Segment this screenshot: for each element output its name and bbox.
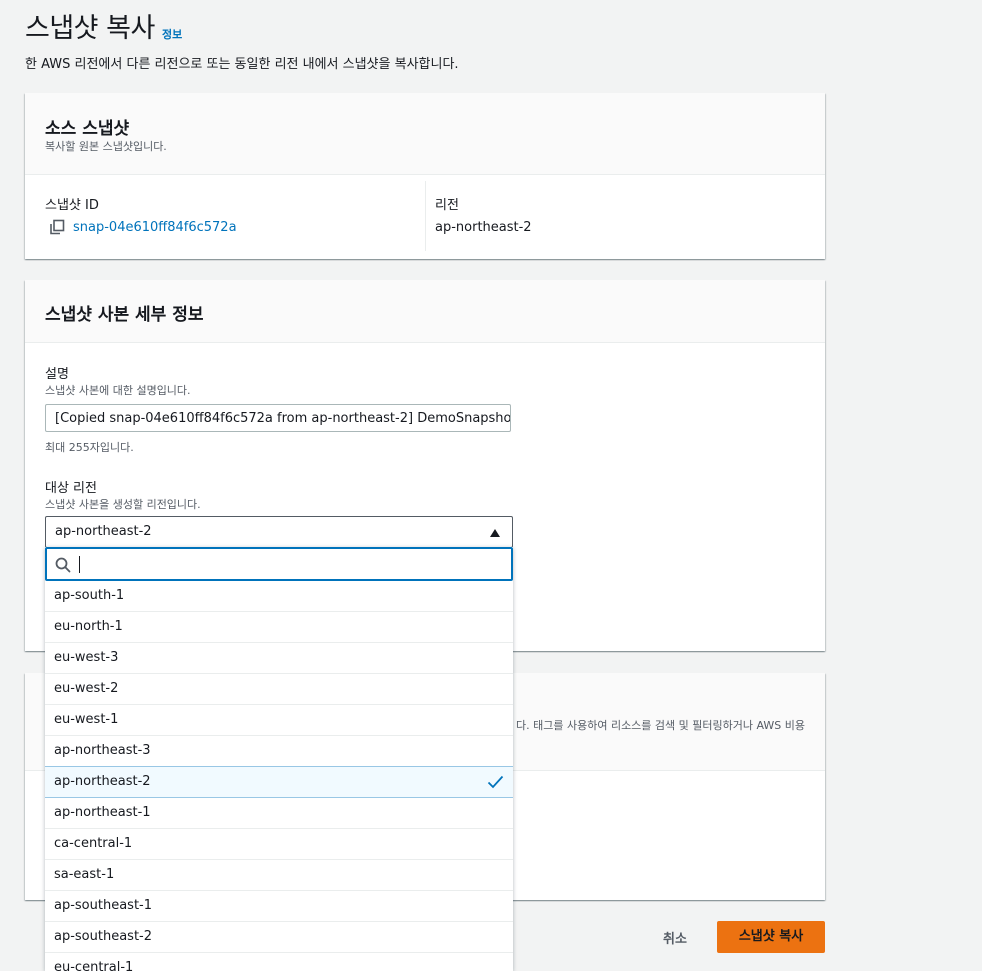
region-option-label: eu-west-3 bbox=[54, 650, 119, 665]
region-option-label: ap-northeast-1 bbox=[54, 805, 151, 820]
description-label: 설명 bbox=[45, 367, 69, 382]
region-option[interactable]: eu-west-3 bbox=[45, 643, 513, 674]
region-option[interactable]: ap-northeast-1 bbox=[45, 798, 513, 829]
region-option-label: eu-north-1 bbox=[54, 619, 123, 634]
region-option[interactable]: eu-north-1 bbox=[45, 612, 513, 643]
region-option-label: ap-northeast-3 bbox=[54, 743, 151, 758]
column-divider bbox=[425, 181, 426, 251]
panel-title: 스냅샷 사본 세부 정보 bbox=[45, 305, 204, 325]
description-hint: 최대 255자입니다. bbox=[45, 441, 134, 454]
description-input[interactable]: [Copied snap-04e610ff84f6c572a from ap-n… bbox=[45, 404, 511, 432]
region-option-label: ap-southeast-1 bbox=[54, 898, 153, 913]
region-option-label: ap-southeast-2 bbox=[54, 929, 153, 944]
region-dropdown: ap-south-1 eu-north-1 eu-west-3 eu-west-2 eu… bbox=[45, 547, 513, 971]
panel-title: 소스 스냅샷 bbox=[45, 119, 130, 139]
region-option[interactable]: ap-northeast-3 bbox=[45, 736, 513, 767]
caret-up-icon bbox=[490, 529, 500, 537]
select-value: ap-northeast-2 bbox=[55, 524, 152, 539]
panel-header: 스냅샷 사본 세부 정보 bbox=[25, 280, 825, 343]
region-option[interactable]: ap-southeast-2 bbox=[45, 922, 513, 953]
text-cursor bbox=[79, 556, 80, 573]
region-option-label: sa-east-1 bbox=[54, 867, 115, 882]
region-option-label: eu-central-1 bbox=[54, 960, 134, 971]
copy-snapshot-button[interactable]: 스냅샷 복사 bbox=[717, 921, 825, 953]
tags-description: 다. 태그를 사용하여 리소스를 검색 및 필터링하거나 AWS 비용 bbox=[516, 719, 806, 732]
region-option[interactable]: ca-central-1 bbox=[45, 829, 513, 860]
panel-header: 소스 스냅샷 복사할 원본 스냅샷입니다. bbox=[25, 93, 825, 175]
checkmark-icon bbox=[487, 775, 504, 789]
region-option[interactable]: ap-south-1 bbox=[45, 581, 513, 612]
panel-description: 복사할 원본 스냅샷입니다. bbox=[45, 140, 167, 153]
snapshot-id-link[interactable]: snap-04e610ff84f6c572a bbox=[73, 220, 237, 235]
region-option[interactable]: eu-west-2 bbox=[45, 674, 513, 705]
page-subtitle: 한 AWS 리전에서 다른 리전으로 또는 동일한 리전 내에서 스냅샷을 복사… bbox=[25, 57, 459, 72]
region-options-list: ap-south-1 eu-north-1 eu-west-3 eu-west-2 eu… bbox=[45, 581, 513, 971]
source-snapshot-panel: 소스 스냅샷 복사할 원본 스냅샷입니다. 스냅샷 ID snap-04e610… bbox=[25, 93, 825, 259]
region-option-label: ca-central-1 bbox=[54, 836, 133, 851]
region-option[interactable]: ap-northeast-2 bbox=[45, 766, 513, 798]
region-option-label: ap-northeast-2 bbox=[54, 774, 151, 789]
region-search-input[interactable] bbox=[45, 547, 513, 581]
region-option-label: eu-west-2 bbox=[54, 681, 119, 696]
destination-region-label: 대상 리전 bbox=[45, 481, 97, 496]
copy-icon[interactable] bbox=[49, 219, 65, 235]
region-option[interactable]: sa-east-1 bbox=[45, 860, 513, 891]
page-title: 스냅샷 복사 bbox=[25, 13, 155, 44]
snapshot-id-label: 스냅샷 ID bbox=[45, 198, 99, 213]
region-option-label: ap-south-1 bbox=[54, 588, 125, 603]
destination-region-help: 스냅샷 사본을 생성할 리전입니다. bbox=[45, 498, 201, 511]
info-link[interactable]: 정보 bbox=[162, 26, 182, 42]
description-help: 스냅샷 사본에 대한 설명입니다. bbox=[45, 384, 191, 397]
region-option-label: eu-west-1 bbox=[54, 712, 119, 727]
region-label: 리전 bbox=[435, 198, 459, 213]
region-option[interactable]: ap-southeast-1 bbox=[45, 891, 513, 922]
cancel-button[interactable]: 취소 bbox=[663, 928, 687, 947]
region-option[interactable]: eu-west-1 bbox=[45, 705, 513, 736]
search-icon bbox=[55, 557, 71, 573]
region-value: ap-northeast-2 bbox=[435, 220, 532, 235]
region-option[interactable]: eu-central-1 bbox=[45, 953, 513, 971]
destination-region-select[interactable]: ap-northeast-2 bbox=[45, 516, 513, 548]
